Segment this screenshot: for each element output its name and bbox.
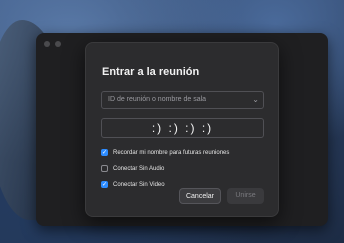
- no-video-option[interactable]: ✓ Conectar Sin Video: [101, 181, 165, 188]
- remember-name-checkbox[interactable]: ✓: [101, 149, 108, 156]
- display-name-input[interactable]: :) :) :) :): [101, 118, 264, 138]
- no-video-label: Conectar Sin Video: [113, 181, 165, 188]
- cancel-button[interactable]: Cancelar: [179, 188, 221, 204]
- meeting-id-select[interactable]: ID de reunión o nombre de sala ⌄: [101, 91, 264, 109]
- window-controls: [44, 41, 61, 47]
- no-audio-checkbox[interactable]: [101, 165, 108, 172]
- no-audio-label: Conectar Sin Audio: [113, 165, 165, 172]
- close-window-button[interactable]: [44, 41, 50, 47]
- no-audio-option[interactable]: Conectar Sin Audio: [101, 165, 164, 172]
- meeting-id-placeholder: ID de reunión o nombre de sala: [108, 96, 207, 103]
- join-button[interactable]: Unirse: [227, 188, 264, 204]
- dialog-title: Entrar a la reunión: [102, 66, 200, 78]
- minimize-window-button[interactable]: [55, 41, 61, 47]
- remember-name-label: Recordar mi nombre para futuras reunione…: [113, 149, 230, 156]
- remember-name-option[interactable]: ✓ Recordar mi nombre para futuras reunio…: [101, 149, 229, 156]
- join-meeting-dialog: Entrar a la reunión ID de reunión o nomb…: [85, 42, 279, 217]
- no-video-checkbox[interactable]: ✓: [101, 181, 108, 188]
- chevron-down-icon[interactable]: ⌄: [252, 95, 259, 104]
